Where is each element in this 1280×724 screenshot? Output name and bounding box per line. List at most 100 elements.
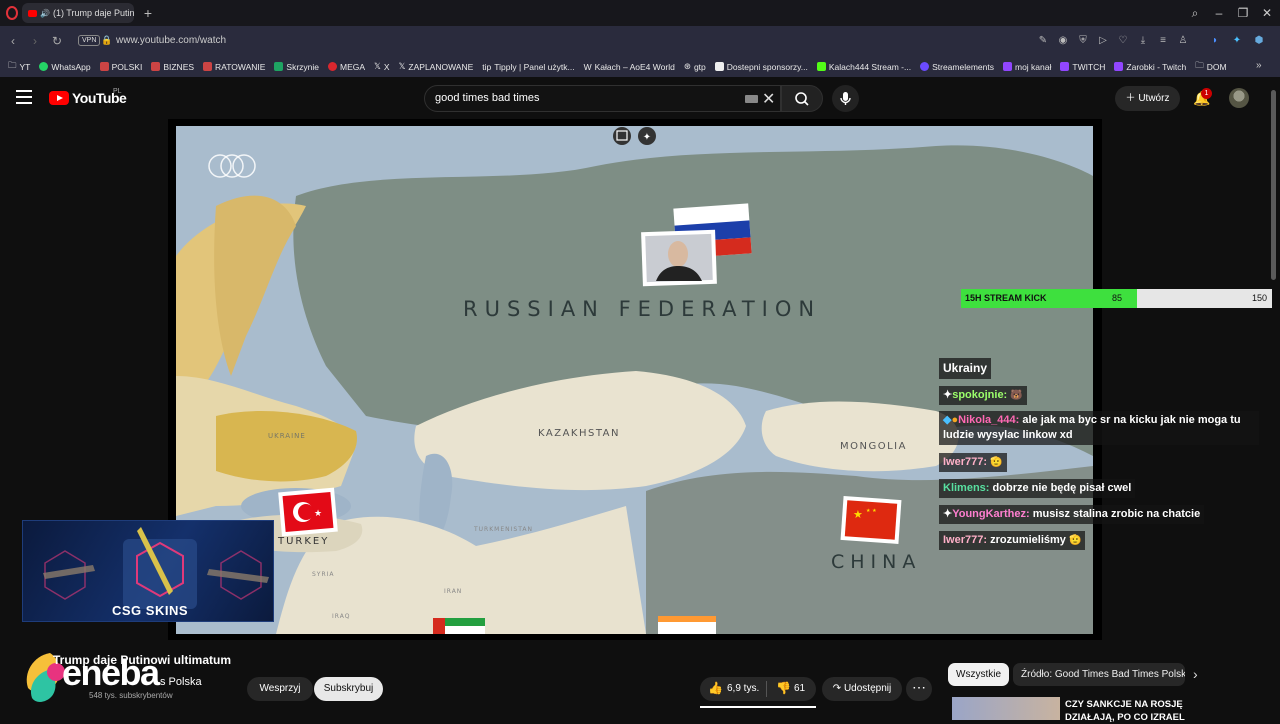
twitch-icon [1002, 62, 1012, 71]
heart-icon[interactable]: ♡ [1116, 34, 1130, 48]
clear-search-icon[interactable]: ✕ [762, 89, 775, 109]
svg-text:★ ★: ★ ★ [866, 508, 877, 514]
voice-search-button[interactable] [832, 85, 859, 112]
profile-icon[interactable]: ♙ [1176, 34, 1190, 48]
lock-icon[interactable]: 🔒 [101, 35, 112, 46]
back-button[interactable]: ‹ [4, 32, 22, 50]
shield-icon[interactable]: ⛨ [1076, 34, 1090, 48]
tab-title: (1) Trump daje Putino [52, 8, 134, 18]
more-actions-button[interactable]: ⋯ [906, 677, 932, 701]
bookmark-twitch[interactable]: TWITCH [1060, 62, 1105, 72]
folder-icon: 🗀 [1195, 59, 1204, 70]
camera-icon[interactable]: ◉ [1056, 34, 1070, 48]
miniplayer-icon[interactable] [613, 127, 631, 145]
search-query[interactable]: good times bad times [435, 92, 540, 104]
suggestion-title[interactable]: CZY SANKCJE NA ROSJĘ DZIAŁAJĄ, PO CO IZR… [1065, 698, 1185, 724]
subscriber-count: 548 tys. subskrybentów [89, 691, 173, 700]
suggestion-thumbnail[interactable] [952, 697, 1060, 720]
bookmark-kick[interactable]: Kalach444 Stream -... [816, 62, 911, 72]
download-icon[interactable]: ⤓ [1136, 34, 1150, 48]
w-icon: W [583, 61, 592, 72]
forward-button[interactable]: › [26, 32, 44, 50]
search-button[interactable] [781, 85, 823, 112]
chevron-right-icon[interactable]: › [1193, 666, 1198, 682]
sponsor-label: CSG SKINS [112, 603, 189, 618]
bookmarks-bar: 🗀 YT WhatsApp POLSKI BIZNES RATOWANIE Skr… [0, 56, 1280, 77]
putin-portrait [641, 229, 717, 287]
bookmark-biznes[interactable]: BIZNES [151, 62, 194, 72]
chip-source[interactable]: Źródło: Good Times Bad Times Polska [1013, 663, 1185, 686]
play-icon[interactable]: ▷ [1096, 34, 1110, 48]
bookmark-ratowanie[interactable]: RATOWANIE [203, 62, 265, 72]
gmail-icon [203, 62, 213, 71]
map-label-turkmenistan: TURKMENISTAN [473, 526, 533, 533]
bookmarks-overflow-icon[interactable]: » [1256, 60, 1262, 71]
search-icon [795, 92, 809, 106]
gmail-icon [99, 62, 109, 71]
svg-text:★: ★ [314, 509, 322, 519]
microphone-icon [840, 92, 851, 105]
speaker-icon: 🔊 [40, 9, 50, 18]
keyboard-icon[interactable] [745, 95, 758, 103]
bookmark-whatsapp[interactable]: WhatsApp [39, 62, 91, 72]
share-button[interactable]: ↷ Udostępnij [822, 677, 902, 701]
bookmark-dom[interactable]: 🗀 DOM [1195, 60, 1226, 74]
stream-goal-max: 150 [1252, 293, 1268, 303]
chat-message: ✦YoungKarthez: musisz stalina zrobic na … [939, 505, 1205, 524]
create-button[interactable]: ＋ Utwórz [1115, 86, 1180, 111]
new-tab-button[interactable]: + [140, 5, 156, 21]
chat-user: YoungKarthez: [952, 508, 1030, 520]
extension-1-icon[interactable]: ◗ [1208, 34, 1222, 48]
bookmark-skrzynie[interactable]: Skrzynie [274, 62, 319, 72]
like-icon[interactable]: 👍 [708, 681, 723, 695]
turkey-flag-icon: ★ [278, 487, 338, 537]
bookmark-yt[interactable]: 🗀 YT [8, 60, 30, 74]
bookmark-zarobki[interactable]: Zarobki - Twitch [1114, 62, 1186, 72]
dislike-count[interactable]: 61 [794, 683, 805, 694]
extension-3-icon[interactable]: ⬢ [1252, 34, 1266, 48]
whatsapp-icon [39, 62, 49, 71]
extension-2-icon[interactable]: ✦ [1230, 34, 1244, 48]
edit-icon[interactable]: ✎ [1036, 34, 1050, 48]
youtube-logo-icon[interactable] [49, 91, 69, 105]
chat-user: Nikola_444: [958, 414, 1020, 426]
page-scrollbar[interactable] [1271, 90, 1276, 280]
menu-icon[interactable]: ≡ [1156, 34, 1170, 48]
chat-message: ◆●Nikola_444: ale jak ma byc sr na kicku… [939, 411, 1259, 445]
channel-name[interactable]: s Polska [160, 676, 202, 688]
bookmark-zaplanowane[interactable]: 𝕏 ZAPLANOWANE [399, 61, 474, 72]
chip-all[interactable]: Wszystkie [948, 663, 1009, 686]
dislike-icon[interactable]: 👎 [776, 681, 791, 695]
chat-text: musisz stalina zrobic na chatcie [1032, 508, 1201, 520]
bookmark-mega[interactable]: MEGA [328, 62, 365, 72]
maximize-button[interactable]: ❐ [1234, 4, 1252, 22]
bookmark-gtp[interactable]: ⊛ gtp [684, 61, 706, 72]
bookmark-sponsorzy[interactable]: Dostepni sponsorzy... [714, 62, 808, 72]
opera-logo-icon[interactable] [6, 6, 18, 20]
like-count[interactable]: 6,9 tys. [727, 683, 759, 694]
stream-goal-label: 15H STREAM KICK [965, 293, 1047, 303]
bookmark-streamelements[interactable]: Streamelements [920, 62, 994, 72]
twitch-icon [1114, 62, 1124, 71]
bookmark-moj-kanal[interactable]: moj kanał [1002, 62, 1051, 72]
vpn-badge[interactable]: VPN [78, 35, 101, 46]
x-icon: 𝕏 [398, 61, 406, 71]
reload-button[interactable]: ↻ [48, 32, 66, 50]
close-window-button[interactable]: ✕ [1258, 4, 1276, 22]
chat-text: zrozumieliśmy [990, 534, 1066, 546]
tipply-icon: tip [482, 61, 492, 72]
browser-tab[interactable]: 🔊 (1) Trump daje Putino [22, 3, 134, 23]
bookmark-aoe4[interactable]: W Kałach – AoE4 World [584, 62, 675, 72]
support-button[interactable]: Wesprzyj [247, 677, 313, 701]
svg-text:★: ★ [853, 508, 863, 521]
bookmark-polski[interactable]: POLSKI [99, 62, 142, 72]
avatar[interactable] [1229, 88, 1249, 108]
bookmark-x[interactable]: 𝕏X [374, 61, 390, 72]
search-tabs-icon[interactable]: ⌕ [1186, 4, 1204, 22]
bookmark-tipply[interactable]: tip Tipply | Panel użytk... [482, 62, 574, 72]
chat-user: Klimens: [943, 482, 990, 494]
url-field[interactable]: www.youtube.com/watch [116, 35, 226, 46]
hamburger-menu-icon[interactable] [16, 90, 32, 104]
subscribe-button[interactable]: Subskrybuj [314, 677, 383, 701]
minimize-button[interactable]: – [1210, 4, 1228, 22]
